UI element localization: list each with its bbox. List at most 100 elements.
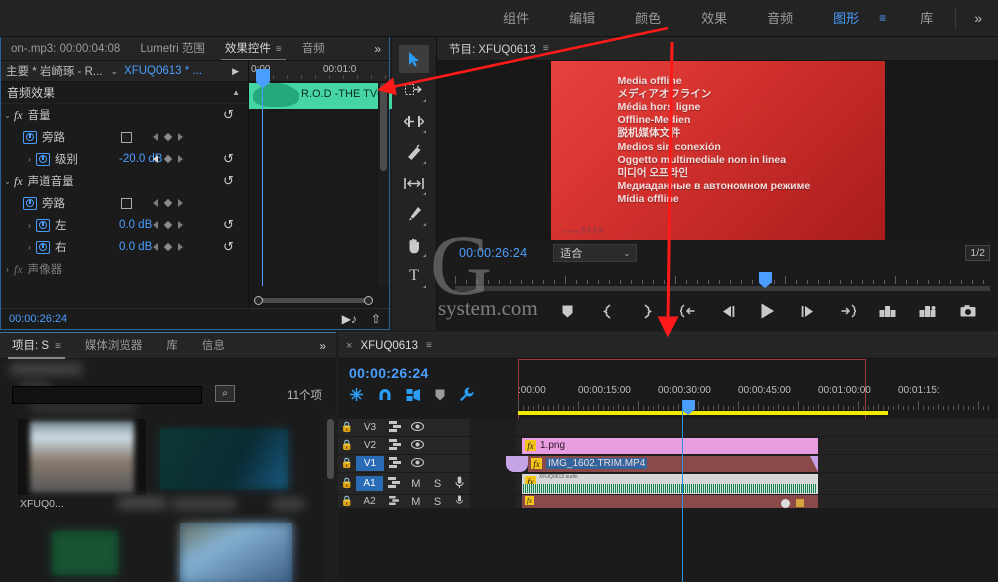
work-area-bar[interactable]	[518, 411, 888, 415]
keyframe-nav[interactable]	[153, 243, 183, 251]
sync-lock-icon[interactable]	[383, 496, 405, 508]
effect-group-volume[interactable]: ⌄ fx 音量 ↺	[1, 104, 248, 126]
sync-lock-icon[interactable]	[383, 477, 405, 491]
track-head-v2[interactable]: 🔒 V2	[338, 437, 470, 455]
go-to-out-button[interactable]	[839, 302, 857, 320]
workspace-overflow-icon[interactable]: »	[958, 10, 998, 26]
extract-button[interactable]	[919, 302, 937, 320]
tab-media-browser[interactable]: 媒体浏览器	[73, 333, 155, 359]
clip-audio-a1[interactable]: fx XFUQ0613 audio	[522, 474, 818, 494]
pen-tool[interactable]	[399, 200, 429, 228]
clip-img1602[interactable]: fx IMG_1602.TRIM.MP4	[528, 456, 818, 472]
param-volume-level[interactable]: › 级别 -20.0 dB ↺	[1, 148, 248, 170]
track-body-v1[interactable]: fx IMG_1602.TRIM.MP4	[516, 455, 998, 473]
twirl-down-icon[interactable]: ⌄	[1, 111, 14, 120]
slip-tool[interactable]	[399, 169, 429, 197]
param-channel-left-value[interactable]: 0.0 dB	[119, 219, 152, 231]
workspace-tab-effects[interactable]: 效果	[681, 0, 747, 37]
prev-keyframe-icon[interactable]	[153, 243, 158, 251]
reset-icon[interactable]: ↺	[223, 152, 234, 167]
microphone-icon[interactable]	[448, 476, 470, 492]
search-input[interactable]	[12, 386, 202, 404]
prev-keyframe-icon[interactable]	[153, 199, 158, 207]
timeline-menu-icon[interactable]: ≡	[426, 340, 432, 351]
workspace-menu-icon[interactable]: ≡	[879, 11, 900, 25]
tab-lumetri-scopes[interactable]: Lumetri 范围	[130, 37, 215, 61]
track-body-v2[interactable]: fx 1.png	[516, 437, 998, 455]
project-item-thumbnail[interactable]: XFUQ0...	[18, 419, 146, 495]
lock-icon[interactable]: 🔒	[338, 496, 356, 507]
effect-controls-overflow-icon[interactable]: »	[366, 42, 389, 56]
add-keyframe-icon[interactable]	[164, 199, 172, 207]
close-icon[interactable]: ×	[346, 340, 352, 352]
effect-group-panner[interactable]: › fx 声像器	[1, 258, 248, 280]
track-name-a1[interactable]: A1	[356, 476, 384, 491]
clip-audio-a2[interactable]: fx	[522, 495, 818, 508]
lock-icon[interactable]: 🔒	[338, 478, 356, 489]
ripple-edit-tool[interactable]	[399, 107, 429, 135]
program-monitor-ruler[interactable]	[437, 266, 998, 292]
magnet-snap-icon[interactable]	[378, 388, 392, 405]
master-sequence-label[interactable]: XFUQ0613 * ...	[124, 65, 202, 77]
project-item-thumbnail[interactable]	[180, 523, 292, 582]
export-frame-button[interactable]	[959, 302, 977, 320]
toggle-track-output-icon[interactable]	[406, 440, 428, 452]
mute-track-button[interactable]: M	[405, 478, 427, 490]
timeline-timecode[interactable]: 00:00:26:24	[349, 365, 429, 381]
sync-lock-icon[interactable]	[384, 439, 406, 453]
timeline-settings-icon[interactable]	[459, 387, 474, 405]
tab-audio[interactable]: 音频	[292, 37, 335, 61]
zoom-level-select[interactable]: 适合 ⌄	[553, 244, 637, 262]
keyframe-nav[interactable]	[153, 221, 183, 229]
effect-controls-zoom-scrollbar[interactable]	[249, 293, 378, 308]
reset-icon[interactable]: ↺	[223, 240, 234, 255]
stopwatch-icon[interactable]	[36, 153, 50, 166]
zoom-knob-right[interactable]	[364, 296, 373, 305]
program-monitor-canvas[interactable]: Media offline メディアオフライン Média hors ligne…	[437, 61, 998, 240]
lift-button[interactable]	[879, 302, 897, 320]
twirl-down-icon[interactable]: ⌄	[1, 177, 14, 186]
reset-icon[interactable]: ↺	[223, 218, 234, 233]
snap-sequence-icon[interactable]	[349, 387, 364, 405]
tab-info[interactable]: 信息	[190, 333, 237, 359]
project-overflow-icon[interactable]: »	[309, 339, 336, 353]
reset-icon[interactable]: ↺	[223, 108, 234, 123]
tab-project[interactable]: 项目: S≡	[0, 333, 73, 359]
project-item-thumbnail[interactable]	[52, 531, 118, 575]
track-body-v3[interactable]	[516, 419, 998, 437]
program-monitor-timecode[interactable]: 00:00:26:24	[459, 246, 527, 260]
twirl-right-icon[interactable]: ›	[23, 155, 36, 164]
twirl-right-icon[interactable]: ›	[23, 221, 36, 230]
play-icon[interactable]: ▶	[232, 66, 239, 77]
tab-audio-clip-mixer-source[interactable]: on-.mp3: 00:00:04:08	[1, 37, 130, 61]
add-keyframe-icon[interactable]	[164, 243, 172, 251]
keyframe-nav[interactable]	[153, 133, 183, 141]
lock-icon[interactable]: 🔒	[338, 458, 356, 469]
mark-out-button[interactable]	[639, 302, 657, 320]
next-keyframe-icon[interactable]	[178, 199, 183, 207]
param-channel-bypass[interactable]: 旁路	[1, 192, 248, 214]
prev-keyframe-icon[interactable]	[153, 133, 158, 141]
timeline-sequence-name[interactable]: XFUQ0613	[360, 340, 418, 352]
track-head-a1[interactable]: 🔒 A1 M S	[338, 473, 470, 495]
add-marker-icon[interactable]	[435, 389, 445, 404]
add-keyframe-icon[interactable]	[164, 133, 172, 141]
keyframe-nav[interactable]	[153, 155, 183, 163]
track-name-a2[interactable]: A2	[356, 494, 384, 509]
track-select-forward-tool[interactable]	[399, 76, 429, 104]
sync-lock-icon[interactable]	[384, 457, 406, 471]
chevron-down-icon[interactable]: ⌄	[110, 66, 118, 77]
add-keyframe-icon[interactable]	[164, 221, 172, 229]
prev-keyframe-icon[interactable]	[153, 221, 158, 229]
stopwatch-icon[interactable]	[36, 219, 50, 232]
stopwatch-icon[interactable]	[23, 197, 37, 210]
timeline-ruler[interactable]: :00:00 00:00:15:00 00:00:30:00 00:00:45:…	[516, 359, 998, 419]
param-channel-bypass-checkbox[interactable]	[121, 198, 132, 209]
next-keyframe-icon[interactable]	[178, 133, 183, 141]
track-head-v3[interactable]: 🔒 V3	[338, 419, 470, 437]
workspace-tab-audio[interactable]: 音频	[747, 0, 813, 37]
add-marker-button[interactable]	[559, 302, 577, 320]
program-scrollbar[interactable]	[455, 286, 990, 291]
play-audio-icon[interactable]: ▶♪	[342, 312, 357, 326]
project-item-thumbnail[interactable]	[160, 429, 288, 489]
